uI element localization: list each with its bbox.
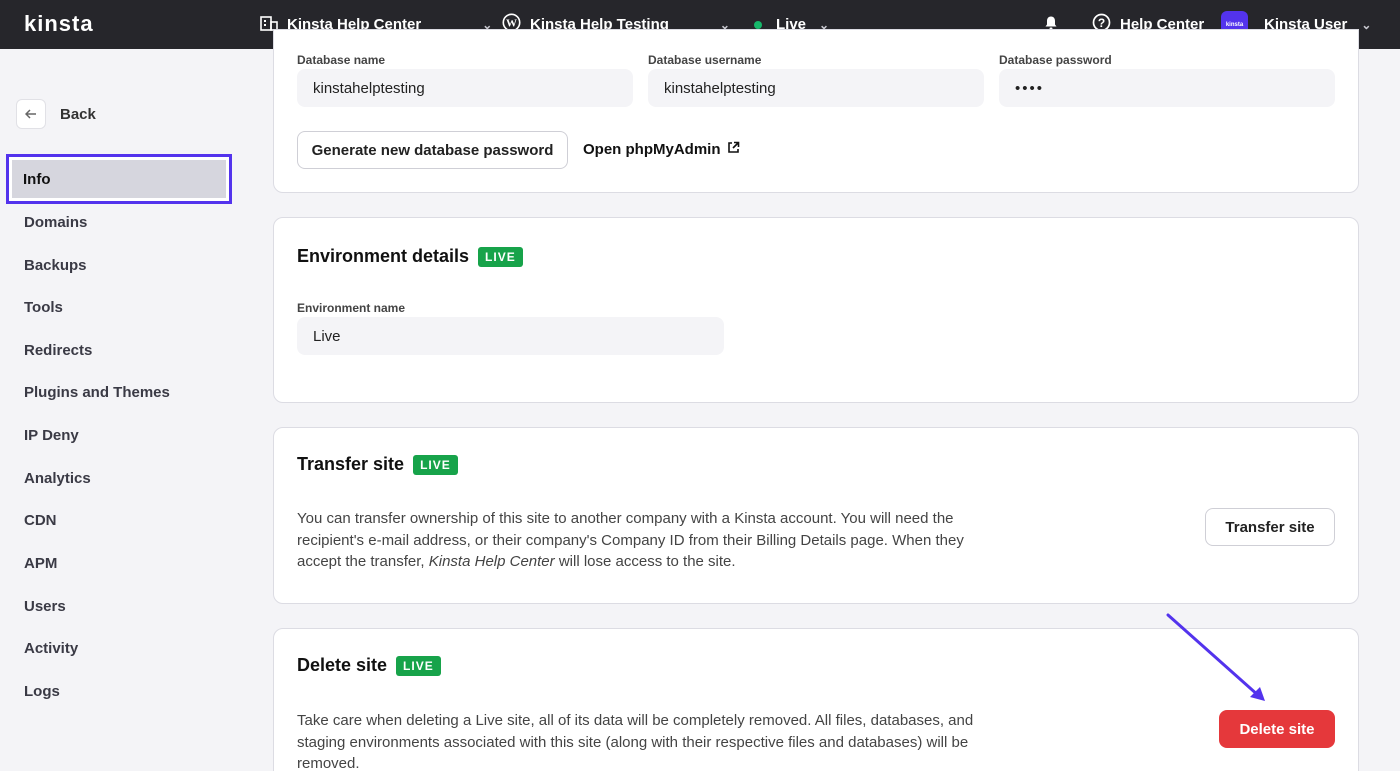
transfer-site-card: Transfer site LIVE You can transfer owne… [273,427,1359,604]
description-line: staging environments associated with thi… [297,733,969,751]
sidebar-item-logs[interactable]: Logs [24,683,60,700]
delete-site-heading: Delete site [297,655,388,675]
sidebar-item-redirects[interactable]: Redirects [24,342,92,359]
annotation-arrow-icon [1166,613,1265,701]
transfer-site-title: Transfer site LIVE [297,454,458,475]
description-line: removed. [297,755,360,771]
sidebar-item-ip-deny[interactable]: IP Deny [24,427,79,444]
environment-details-heading: Environment details [297,246,470,266]
live-status-dot [754,20,762,29]
generate-password-button[interactable]: Generate new database password [297,131,568,169]
arrow-left-icon [16,99,46,129]
back-label: Back [60,105,96,123]
main-content: Database name kinstahelptesting Database… [249,29,1400,771]
live-badge: LIVE [478,246,523,267]
delete-site-button[interactable]: Delete site [1219,710,1335,748]
sidebar-item-activity[interactable]: Activity [24,640,78,657]
sidebar-item-info[interactable]: Info [6,154,232,204]
sidebar-item-label: Info [23,171,51,188]
chevron-down-icon: ⌄ [1361,17,1372,32]
database-name-field[interactable]: kinstahelptesting [297,69,633,107]
description-line: accept the transfer, Kinsta Help Center … [297,551,964,573]
database-name-label: Database name [297,53,386,67]
transfer-site-heading: Transfer site [297,454,405,474]
live-badge: LIVE [413,454,458,475]
company-name-emphasis: Kinsta Help Center [428,553,555,570]
database-username-field[interactable]: kinstahelptesting [648,69,984,107]
live-badge: LIVE [396,655,441,676]
back-button[interactable]: Back [16,99,96,129]
description-text: will lose access to the site. [554,553,736,570]
sidebar-item-analytics[interactable]: Analytics [24,470,91,487]
svg-text:?: ? [1098,16,1105,30]
transfer-site-button[interactable]: Transfer site [1205,508,1335,546]
kinsta-logo[interactable]: kinsta [24,11,94,37]
description-line: Take care when deleting a Live site, all… [297,712,974,729]
external-link-icon [727,141,740,158]
description-line: You can transfer ownership of this site … [297,510,954,527]
transfer-site-description: You can transfer ownership of this site … [297,508,964,573]
environment-details-title: Environment details LIVE [297,246,523,267]
sidebar-item-apm[interactable]: APM [24,555,57,572]
sidebar-item-tools[interactable]: Tools [24,299,63,316]
sidebar-item-domains[interactable]: Domains [24,214,87,231]
sidebar: Back Info Domains Backups Tools Redirect… [0,49,249,771]
database-password-label: Database password [999,53,1112,67]
environment-details-card: Environment details LIVE Environment nam… [273,217,1359,403]
svg-text:W: W [506,18,517,30]
sidebar-item-users[interactable]: Users [24,598,66,615]
sidebar-item-plugins-and-themes[interactable]: Plugins and Themes [24,384,170,401]
sidebar-item-cdn[interactable]: CDN [24,512,57,529]
description-line: recipient's e-mail address, or their com… [297,531,964,549]
open-phpmyadmin-link[interactable]: Open phpMyAdmin [583,141,740,158]
delete-site-title: Delete site LIVE [297,655,441,676]
phpmyadmin-label: Open phpMyAdmin [583,141,721,158]
sidebar-item-backups[interactable]: Backups [24,257,87,274]
database-username-label: Database username [648,53,762,67]
database-card: Database name kinstahelptesting Database… [273,29,1359,193]
description-text: accept the transfer, [297,553,429,570]
database-password-field[interactable]: •••• [999,69,1335,107]
environment-name-label: Environment name [297,301,406,315]
delete-site-description: Take care when deleting a Live site, all… [297,710,973,771]
environment-name-field[interactable]: Live [297,317,724,355]
